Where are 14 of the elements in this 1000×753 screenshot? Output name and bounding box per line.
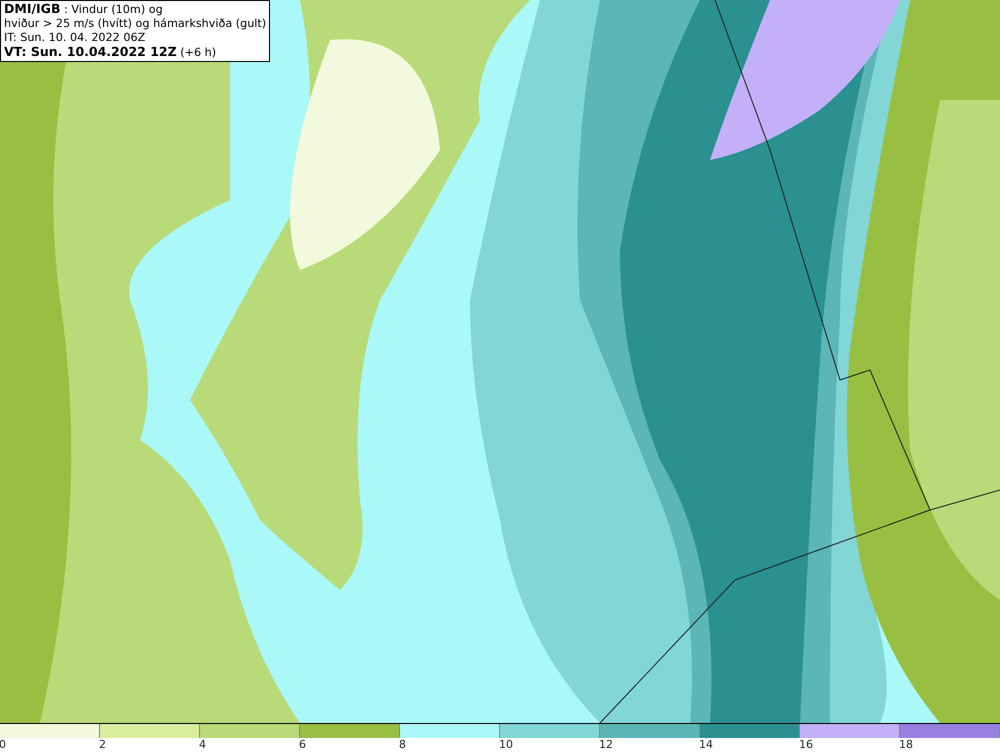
info-text: IT: Sun. 10. 04. 2022 06Z <box>4 31 146 45</box>
legend-label: 4 <box>199 738 206 751</box>
legend-label: 12 <box>599 738 613 751</box>
info-text: DMI/IGB : Vindur (10m) og <box>4 2 164 17</box>
info-text: hviður > 25 m/s (hvítt) og hámarkshviða (gult) <box>4 17 266 31</box>
legend-label: 10 <box>499 738 513 751</box>
legend-label: 16 <box>799 738 813 751</box>
legend-label: 0 <box>0 738 6 751</box>
legend-label: 14 <box>699 738 713 751</box>
legend-label: 18 <box>899 738 913 751</box>
info-text: VT: Sun. 10.04.2022 12Z (+6 h) <box>4 45 218 60</box>
legend-label: 2 <box>99 738 106 751</box>
legend-label: 6 <box>299 738 306 751</box>
legend-label: 8 <box>399 738 406 751</box>
